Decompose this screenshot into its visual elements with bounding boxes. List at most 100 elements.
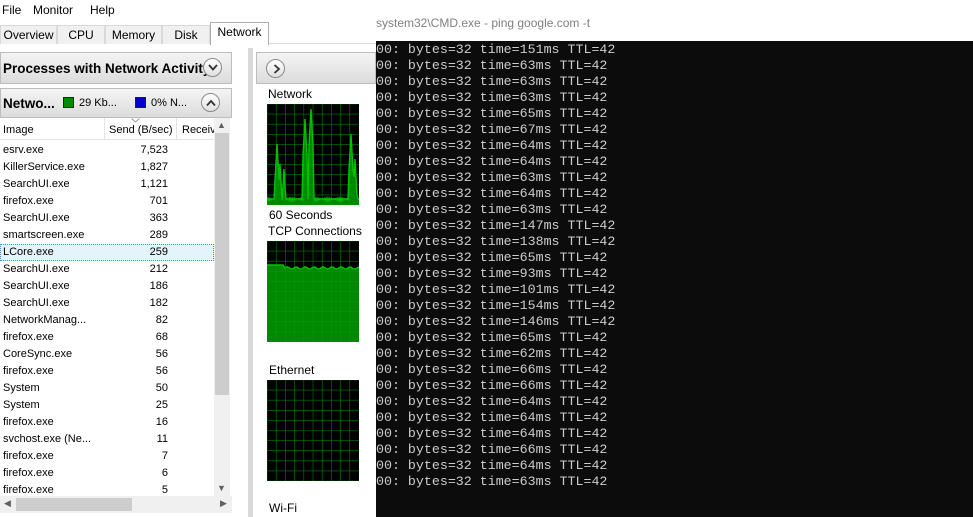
splitter-bar[interactable]	[248, 48, 253, 517]
process-send-value: 16	[155, 416, 168, 428]
process-table-body: esrv.exe 7,523 KillerService.exe 1,827 Searc…	[0, 142, 214, 499]
chevron-up-icon	[206, 99, 216, 107]
process-image-name: NetworkManag...	[3, 314, 87, 326]
process-send-value: 212	[149, 263, 168, 275]
process-image-name: firefox.exe	[3, 416, 54, 428]
cmd-output-line: 00: bytes=32 time=147ms TTL=42	[376, 218, 616, 233]
table-row[interactable]: SearchUI.exe 182	[0, 295, 214, 312]
column-receive[interactable]: Receiv	[182, 124, 216, 136]
table-row[interactable]: firefox.exe 701	[0, 193, 214, 210]
collapse-network-button[interactable]	[201, 93, 220, 112]
cmd-output-line: 00: bytes=32 time=146ms TTL=42	[376, 314, 616, 329]
legend-swatch-blue	[135, 97, 146, 108]
expand-graphs-button[interactable]	[266, 59, 285, 78]
process-send-value: 7	[161, 450, 168, 462]
menu-bar: File Monitor Help	[0, 0, 376, 20]
table-row[interactable]: CoreSync.exe 56	[0, 346, 214, 363]
network-graph-label: Network	[268, 87, 313, 101]
column-image[interactable]: Image	[3, 124, 34, 136]
table-row[interactable]: SearchUI.exe 363	[0, 210, 214, 227]
process-send-value: 25	[155, 399, 168, 411]
scroll-up-arrow-icon[interactable]: ▲	[217, 120, 226, 130]
scroll-left-arrow-icon[interactable]: ◀	[4, 498, 11, 509]
cmd-output-line: 00: bytes=32 time=66ms TTL=42	[376, 442, 608, 457]
tab-overview[interactable]: Overview	[0, 25, 57, 44]
table-row[interactable]: firefox.exe 68	[0, 329, 214, 346]
cmd-output-line: 00: bytes=32 time=64ms TTL=42	[376, 138, 608, 153]
scroll-thumb[interactable]	[215, 133, 229, 395]
table-row[interactable]: firefox.exe 6	[0, 465, 214, 482]
column-divider[interactable]	[104, 118, 105, 140]
menu-help[interactable]: Help	[90, 3, 115, 17]
table-row[interactable]: firefox.exe 56	[0, 363, 214, 380]
vertical-scrollbar[interactable]: ▲ ▼	[214, 118, 230, 496]
cmd-output-line: 00: bytes=32 time=93ms TTL=42	[376, 266, 608, 281]
cmd-output[interactable]: 00: bytes=32 time=151ms TTL=42 00: bytes=…	[376, 41, 973, 517]
process-image-name: firefox.exe	[3, 450, 54, 462]
graph-area	[267, 265, 359, 342]
process-send-value: 1,827	[140, 161, 168, 173]
tab-disk[interactable]: Disk	[162, 25, 210, 44]
table-row[interactable]: NetworkManag... 82	[0, 312, 214, 329]
cmd-titlebar[interactable]: system32\CMD.exe - ping google.com -t	[376, 0, 973, 41]
processes-panel-header[interactable]: Processes with Network Activity	[0, 52, 232, 84]
pane-splitter[interactable]	[232, 48, 256, 517]
menu-file[interactable]: File	[2, 3, 21, 17]
network-graph	[267, 104, 359, 205]
process-send-value: 289	[149, 229, 168, 241]
process-send-value: 7,523	[140, 144, 168, 156]
table-row[interactable]: firefox.exe 16	[0, 414, 214, 431]
tab-cpu[interactable]: CPU	[57, 25, 105, 44]
menu-monitor[interactable]: Monitor	[33, 3, 73, 17]
table-row[interactable]: LCore.exe 259	[0, 244, 214, 261]
cmd-output-line: 00: bytes=32 time=63ms TTL=42	[376, 170, 608, 185]
table-row[interactable]: smartscreen.exe 289	[0, 227, 214, 244]
cmd-output-line: 00: bytes=32 time=64ms TTL=42	[376, 154, 608, 169]
scroll-thumb[interactable]	[16, 498, 132, 511]
process-send-value: 363	[149, 212, 168, 224]
table-row[interactable]: SearchUI.exe 1,121	[0, 176, 214, 193]
column-send[interactable]: Send (B/sec)	[109, 124, 173, 136]
graphs-header	[256, 52, 376, 84]
process-image-name: SearchUI.exe	[3, 212, 70, 224]
cmd-output-line: 00: bytes=32 time=66ms TTL=42	[376, 362, 608, 377]
process-send-value: 259	[149, 246, 168, 258]
column-divider[interactable]	[176, 118, 177, 140]
process-image-name: SearchUI.exe	[3, 263, 70, 275]
table-row[interactable]: esrv.exe 7,523	[0, 142, 214, 159]
legend-network-utilization: 0% N...	[151, 97, 188, 109]
wifi-graph-label: Wi-Fi	[269, 501, 297, 515]
process-send-value: 82	[155, 314, 168, 326]
horizontal-scrollbar[interactable]: ◀ ▶	[0, 496, 232, 513]
collapse-processes-button[interactable]	[203, 58, 222, 77]
process-send-value: 701	[149, 195, 168, 207]
cmd-output-line: 00: bytes=32 time=138ms TTL=42	[376, 234, 616, 249]
table-row[interactable]: SearchUI.exe 212	[0, 261, 214, 278]
cmd-title: system32\CMD.exe - ping google.com -t	[376, 16, 591, 30]
table-row[interactable]: System 25	[0, 397, 214, 414]
table-row[interactable]: firefox.exe 7	[0, 448, 214, 465]
table-row[interactable]: System 50	[0, 380, 214, 397]
cmd-output-line: 00: bytes=32 time=64ms TTL=42	[376, 410, 608, 425]
sort-arrow-icon	[131, 118, 140, 123]
tab-network[interactable]: Network	[210, 22, 269, 45]
table-row[interactable]: KillerService.exe 1,827	[0, 159, 214, 176]
process-send-value: 56	[155, 348, 168, 360]
process-image-name: SearchUI.exe	[3, 178, 70, 190]
process-image-name: System	[3, 399, 40, 411]
cmd-output-line: 00: bytes=32 time=63ms TTL=42	[376, 474, 608, 489]
tcp-graph-label: TCP Connections	[268, 224, 362, 238]
table-row[interactable]: SearchUI.exe 186	[0, 278, 214, 295]
table-row[interactable]: svchost.exe (Ne... 11	[0, 431, 214, 448]
process-send-value: 56	[155, 365, 168, 377]
tab-memory[interactable]: Memory	[105, 25, 162, 44]
cmd-output-line: 00: bytes=32 time=64ms TTL=42	[376, 426, 608, 441]
process-image-name: firefox.exe	[3, 365, 54, 377]
process-image-name: SearchUI.exe	[3, 280, 70, 292]
scroll-down-arrow-icon[interactable]: ▼	[217, 483, 226, 493]
network-panel-header[interactable]: Netwo... 29 Kb... 0% N...	[0, 88, 232, 118]
cmd-output-line: 00: bytes=32 time=62ms TTL=42	[376, 346, 608, 361]
scroll-right-arrow-icon[interactable]: ▶	[220, 498, 227, 509]
cmd-output-line: 00: bytes=32 time=63ms TTL=42	[376, 58, 608, 73]
time-range-label: 60 Seconds	[269, 208, 333, 222]
